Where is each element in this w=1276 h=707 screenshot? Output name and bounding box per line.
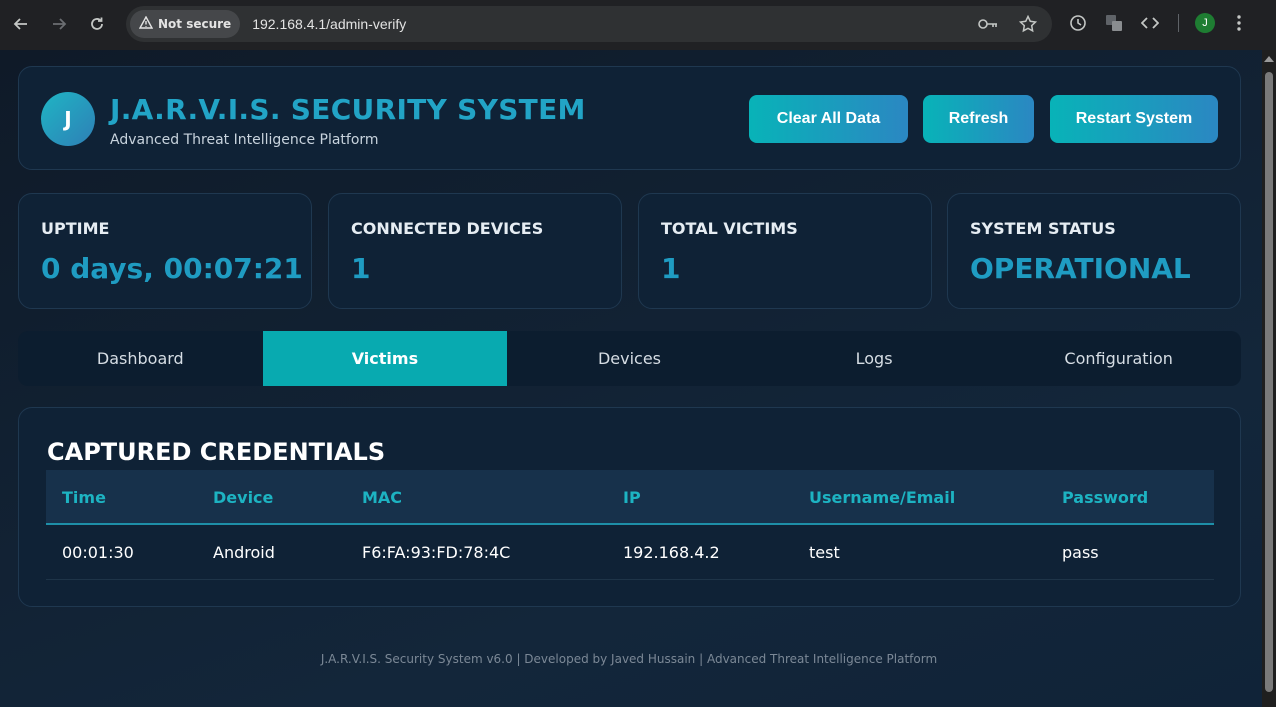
credentials-table: Time Device MAC IP Username/Email Passwo…	[46, 470, 1214, 580]
page-scrollbar[interactable]	[1262, 50, 1276, 707]
tab-victims[interactable]: Victims	[262, 331, 508, 386]
stat-value: 1	[661, 252, 681, 285]
reload-icon[interactable]	[84, 11, 110, 37]
stat-label: CONNECTED DEVICES	[351, 219, 544, 238]
logo: J	[41, 92, 95, 146]
cell-username: test	[809, 543, 840, 562]
tab-logs[interactable]: Logs	[752, 331, 997, 386]
history-icon[interactable]	[1066, 11, 1090, 35]
total-victims-card: TOTAL VICTIMS 1	[638, 193, 932, 309]
column-header: Time	[62, 488, 106, 507]
column-header: Device	[213, 488, 274, 507]
page-subtitle: Advanced Threat Intelligence Platform	[110, 132, 379, 148]
cell-time: 00:01:30	[62, 543, 134, 562]
cell-mac: F6:FA:93:FD:78:4C	[362, 543, 511, 562]
tab-devices[interactable]: Devices	[507, 331, 752, 386]
warning-icon	[138, 15, 154, 32]
scroll-thumb[interactable]	[1265, 72, 1273, 692]
refresh-button[interactable]: Refresh	[923, 95, 1034, 143]
stat-label: UPTIME	[41, 219, 110, 238]
star-icon[interactable]	[1016, 12, 1040, 36]
stat-label: TOTAL VICTIMS	[661, 219, 798, 238]
column-header: Password	[1062, 488, 1149, 507]
tab-configuration[interactable]: Configuration	[996, 331, 1241, 386]
page-content: J J.A.R.V.I.S. SECURITY SYSTEM Advanced …	[0, 50, 1262, 707]
column-header: Username/Email	[809, 488, 956, 507]
toolbar-separator	[1178, 14, 1179, 32]
devtools-icon[interactable]	[1138, 11, 1162, 35]
stat-value: 1	[351, 252, 371, 285]
profile-avatar[interactable]: J	[1195, 13, 1215, 33]
uptime-card: UPTIME 0 days, 00:07:21	[18, 193, 312, 309]
browser-toolbar: Not secure 192.168.4.1/admin-verify J	[0, 0, 1276, 50]
credentials-panel: CAPTURED CREDENTIALS Time Device MAC IP …	[18, 407, 1241, 607]
stat-label: SYSTEM STATUS	[970, 219, 1116, 238]
stat-value: OPERATIONAL	[970, 252, 1191, 285]
cell-ip: 192.168.4.2	[623, 543, 720, 562]
cell-device: Android	[213, 543, 275, 562]
security-label: Not secure	[158, 17, 232, 31]
key-icon[interactable]	[976, 12, 1000, 36]
page-title: J.A.R.V.I.S. SECURITY SYSTEM	[110, 93, 586, 126]
restart-system-button[interactable]: Restart System	[1050, 95, 1218, 143]
column-header: IP	[623, 488, 641, 507]
credentials-title: CAPTURED CREDENTIALS	[47, 438, 386, 466]
page-footer: J.A.R.V.I.S. Security System v6.0 | Deve…	[320, 652, 938, 666]
cell-password: pass	[1062, 543, 1099, 562]
table-row: 00:01:30 Android F6:FA:93:FD:78:4C 192.1…	[46, 525, 1214, 580]
security-chip[interactable]: Not secure	[130, 10, 241, 38]
main-tabs: Dashboard Victims Devices Logs Configura…	[18, 331, 1241, 386]
url-text[interactable]: 192.168.4.1/admin-verify	[252, 16, 406, 32]
system-status-card: SYSTEM STATUS OPERATIONAL	[947, 193, 1241, 309]
menu-icon[interactable]	[1227, 11, 1251, 35]
clear-all-data-button[interactable]: Clear All Data	[749, 95, 908, 143]
address-bar[interactable]: Not secure 192.168.4.1/admin-verify	[126, 6, 1052, 42]
scroll-up-icon[interactable]	[1264, 56, 1274, 62]
stat-value: 0 days, 00:07:21	[41, 252, 303, 285]
back-icon[interactable]	[8, 11, 34, 37]
tab-dashboard[interactable]: Dashboard	[18, 331, 263, 386]
table-header: Time Device MAC IP Username/Email Passwo…	[46, 470, 1214, 525]
translate-icon[interactable]	[1102, 11, 1126, 35]
connected-devices-card: CONNECTED DEVICES 1	[328, 193, 622, 309]
app-header: J J.A.R.V.I.S. SECURITY SYSTEM Advanced …	[18, 66, 1241, 170]
column-header: MAC	[362, 488, 403, 507]
forward-icon[interactable]	[46, 11, 72, 37]
